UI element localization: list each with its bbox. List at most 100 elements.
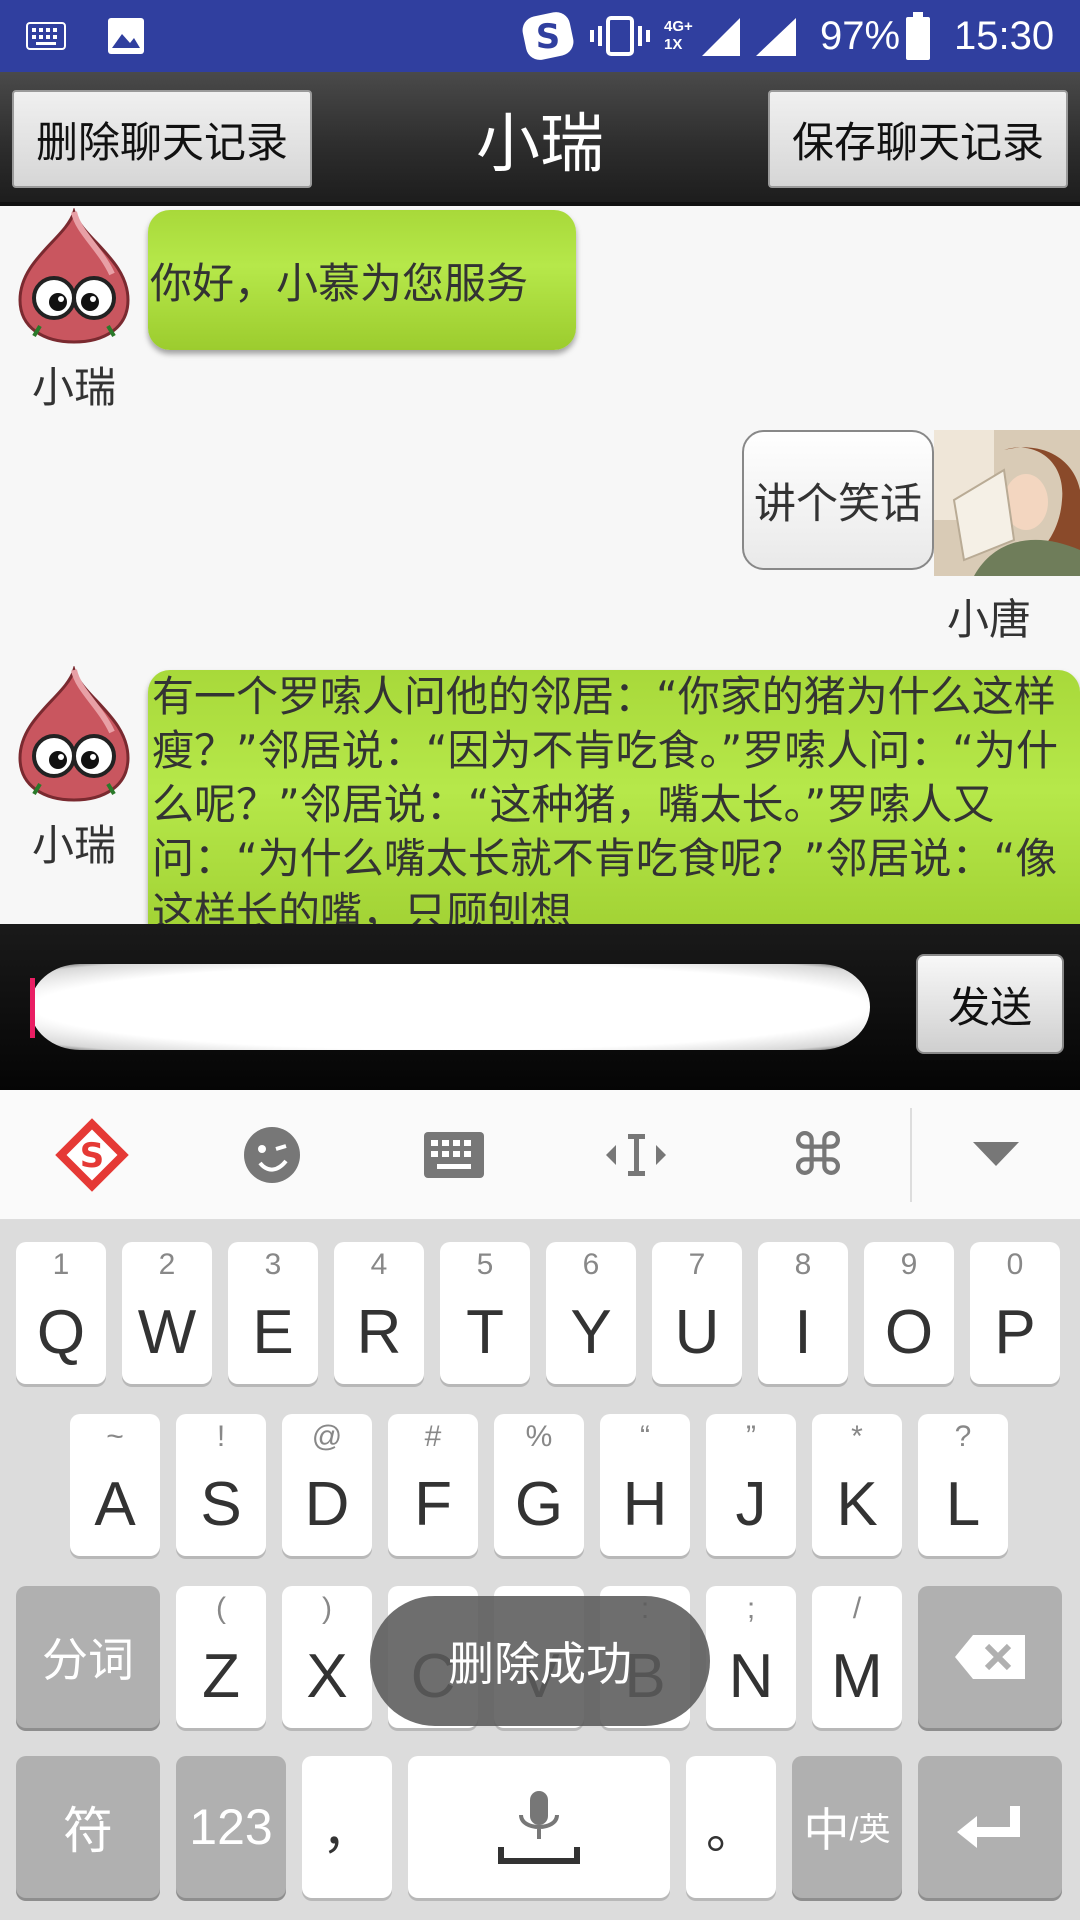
key-hint: ? xyxy=(954,1420,972,1453)
network-label-bottom: 1X xyxy=(664,36,683,53)
key-label: J xyxy=(735,1470,767,1539)
input-bar: 发送 xyxy=(0,924,1080,1090)
key-n[interactable]: ; N xyxy=(706,1586,796,1728)
key-label: M xyxy=(831,1642,883,1711)
key-hint: # xyxy=(424,1420,442,1453)
key-label: N xyxy=(728,1642,774,1711)
sogou-icon: S xyxy=(520,0,576,72)
message-bubble[interactable]: 讲个笑话 xyxy=(742,430,934,570)
key-label: 123 xyxy=(189,1799,273,1855)
text-cursor xyxy=(30,978,35,1038)
segment-key[interactable]: 分词 xyxy=(16,1586,160,1728)
key-u[interactable]: 7U xyxy=(652,1242,742,1384)
chat-list[interactable]: 小瑞 你好，小慕为您服务 讲个笑话 小唐 小瑞 有一个罗嗦人问他的邻居：“你家的… xyxy=(0,206,1080,924)
key-q[interactable]: 1Q xyxy=(16,1242,106,1384)
key-label: X xyxy=(306,1642,348,1711)
key-hint: % xyxy=(525,1420,553,1453)
key-label: F xyxy=(414,1470,452,1539)
key-r[interactable]: 4R xyxy=(334,1242,424,1384)
enter-icon xyxy=(918,1756,1062,1898)
key-j[interactable]: ” J xyxy=(706,1414,796,1556)
page-title: 小瑞 xyxy=(476,108,604,182)
bot-avatar[interactable] xyxy=(4,664,144,806)
key-f[interactable]: # F xyxy=(388,1414,478,1556)
key-hint: ~ xyxy=(106,1420,124,1453)
send-button[interactable]: 发送 xyxy=(916,954,1064,1054)
key-x[interactable]: ) X xyxy=(282,1586,372,1728)
key-hint: 2 xyxy=(158,1248,176,1281)
key-sublabel: /英 xyxy=(849,1811,891,1847)
key-y[interactable]: 6Y xyxy=(546,1242,636,1384)
command-icon[interactable]: ⌘ xyxy=(768,1090,868,1220)
key-a[interactable]: ~ A xyxy=(70,1414,160,1556)
key-hint: ) xyxy=(322,1592,332,1625)
toast-message: 删除成功 xyxy=(370,1596,710,1726)
key-label: 中 xyxy=(803,1804,850,1856)
keyboard-icon xyxy=(26,0,66,72)
key-i[interactable]: 8I xyxy=(758,1242,848,1384)
backspace-key[interactable] xyxy=(918,1586,1062,1728)
key-hint: 3 xyxy=(264,1248,282,1281)
bot-avatar[interactable] xyxy=(4,206,144,348)
message-bubble[interactable]: 有一个罗嗦人问他的邻居：“你家的猪为什么这样瘦？”邻居说：“因为不肯吃食。”罗嗦… xyxy=(148,670,1080,924)
period-key[interactable]: 。 xyxy=(686,1756,776,1898)
key-z[interactable]: (Z xyxy=(176,1586,266,1728)
key-g[interactable]: % G xyxy=(494,1414,584,1556)
space-voice-key[interactable] xyxy=(408,1756,670,1898)
toolbar-divider xyxy=(910,1108,912,1202)
key-t[interactable]: 5T xyxy=(440,1242,530,1384)
key-w[interactable]: 2W xyxy=(122,1242,212,1384)
key-label: I xyxy=(794,1298,812,1367)
keyboard-icon[interactable] xyxy=(404,1090,504,1220)
key-label: E xyxy=(252,1298,294,1367)
key-e[interactable]: 3E xyxy=(228,1242,318,1384)
key-h[interactable]: “H xyxy=(600,1414,690,1556)
key-m[interactable]: / M xyxy=(812,1586,902,1728)
key-d[interactable]: @ D xyxy=(282,1414,372,1556)
cursor-move-icon[interactable] xyxy=(586,1090,686,1220)
sender-name: 小瑞 xyxy=(31,363,116,412)
title-bar: 删除聊天记录 小瑞 保存聊天记录 xyxy=(0,72,1080,206)
key-o[interactable]: 9O xyxy=(864,1242,954,1384)
collapse-icon[interactable] xyxy=(946,1090,1046,1220)
key-hint: @ xyxy=(311,1420,343,1453)
key-hint: 5 xyxy=(476,1248,494,1281)
key-hint: 7 xyxy=(688,1248,706,1281)
key-label: L xyxy=(945,1470,981,1539)
sogou-logo-icon[interactable]: S xyxy=(42,1090,142,1220)
user-avatar[interactable] xyxy=(934,430,1080,576)
key-label: P xyxy=(994,1298,1036,1367)
key-label: 。 xyxy=(706,1803,756,1859)
message-bubble[interactable]: 你好，小慕为您服务 xyxy=(148,210,576,350)
key-hint: ( xyxy=(216,1592,226,1625)
key-hint: 9 xyxy=(900,1248,918,1281)
number-key[interactable]: 123 xyxy=(176,1756,286,1898)
sender-name: 小唐 xyxy=(946,595,1031,644)
comma-key[interactable]: ， xyxy=(302,1756,392,1898)
sender-name: 小瑞 xyxy=(31,821,116,870)
delete-history-button[interactable]: 删除聊天记录 xyxy=(12,90,312,188)
key-label: K xyxy=(836,1470,878,1539)
save-history-button[interactable]: 保存聊天记录 xyxy=(768,90,1068,188)
key-label: O xyxy=(884,1298,934,1367)
key-label: ， xyxy=(322,1803,372,1859)
key-hint: / xyxy=(852,1592,862,1625)
svg-text:S: S xyxy=(80,1136,105,1176)
language-switch-key[interactable]: 中/英 xyxy=(792,1756,902,1898)
emoji-icon[interactable] xyxy=(222,1090,322,1220)
battery-icon xyxy=(906,0,930,72)
soft-keyboard: 1Q 2W 3E 4R 5T 6Y 7U 8I 9O 0P ~ A ! S @ D #… xyxy=(0,1220,1080,1920)
key-p[interactable]: 0P xyxy=(970,1242,1060,1384)
key-label: 符 xyxy=(63,1803,113,1859)
key-s[interactable]: ! S xyxy=(176,1414,266,1556)
key-k[interactable]: * K xyxy=(812,1414,902,1556)
network-label-top: 4G+ xyxy=(664,18,693,35)
message-input[interactable] xyxy=(30,964,870,1050)
key-label: W xyxy=(137,1298,197,1367)
key-label: D xyxy=(304,1470,350,1539)
enter-key[interactable] xyxy=(918,1756,1062,1898)
key-l[interactable]: ? L xyxy=(918,1414,1008,1556)
key-label: A xyxy=(94,1470,136,1539)
symbol-key[interactable]: 符 xyxy=(16,1756,160,1898)
keyboard-toolbar: S ⌘ xyxy=(0,1090,1080,1220)
